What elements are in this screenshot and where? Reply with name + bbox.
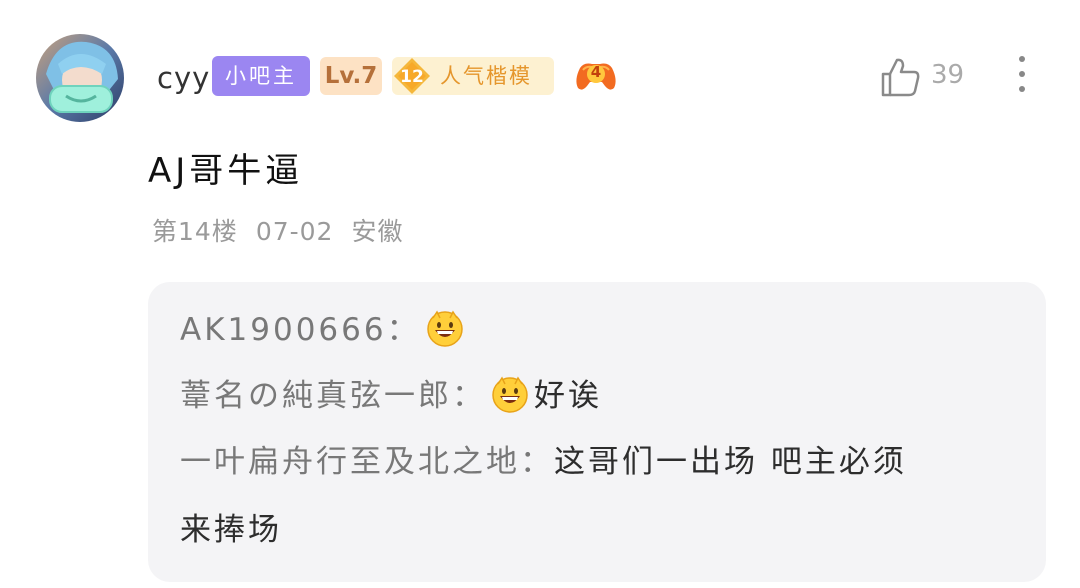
avatar-image (36, 34, 124, 122)
replies-box[interactable]: AK1900666： 葦名の純真弦一郎： 好诶 一叶扁舟行至及北之地：这哥们一出… (148, 282, 1046, 582)
reply-text: 好诶 (534, 378, 602, 414)
like-count: 39 (931, 60, 965, 90)
ip-location: 安徽 (351, 217, 404, 246)
username[interactable]: cyy (157, 58, 210, 98)
reply-author[interactable]: AK1900666： (180, 312, 421, 348)
level-badge[interactable]: Lv.7 (320, 57, 382, 95)
comment-content: AJ哥牛逼 (148, 151, 304, 191)
bazhu-badge[interactable]: 小吧主 (212, 56, 310, 96)
popularity-number: 12 (400, 67, 424, 87)
grinning-face-emoji (492, 376, 528, 413)
more-options-icon[interactable] (1012, 56, 1032, 98)
game-badge-number: 4 (590, 63, 602, 81)
reply-author[interactable]: 一叶扁舟行至及北之地： (180, 444, 554, 480)
popularity-badge[interactable]: 12 人气楷模 (392, 57, 554, 95)
reply-text-continued: 来捧场 (180, 512, 282, 548)
reply-item[interactable]: AK1900666： (180, 308, 469, 352)
thumbs-up-icon[interactable] (879, 55, 923, 99)
comment-date: 07-02 (255, 217, 334, 246)
floor-number: 第14楼 (152, 217, 238, 246)
reply-author[interactable]: 葦名の純真弦一郎： (180, 378, 486, 414)
reply-text: 这哥们一出场 吧主必须 (554, 444, 907, 480)
grinning-face-emoji (426, 310, 463, 347)
reply-item[interactable]: 葦名の純真弦一郎： 好诶 (180, 374, 602, 418)
popularity-title: 人气楷模 (440, 64, 532, 88)
comment-meta: 第14楼 07-02 安徽 (152, 214, 421, 250)
reply-item[interactable]: 一叶扁舟行至及北之地：这哥们一出场 吧主必须 (180, 440, 907, 484)
game-badge[interactable]: 4 (574, 58, 618, 94)
user-avatar[interactable] (36, 34, 124, 122)
